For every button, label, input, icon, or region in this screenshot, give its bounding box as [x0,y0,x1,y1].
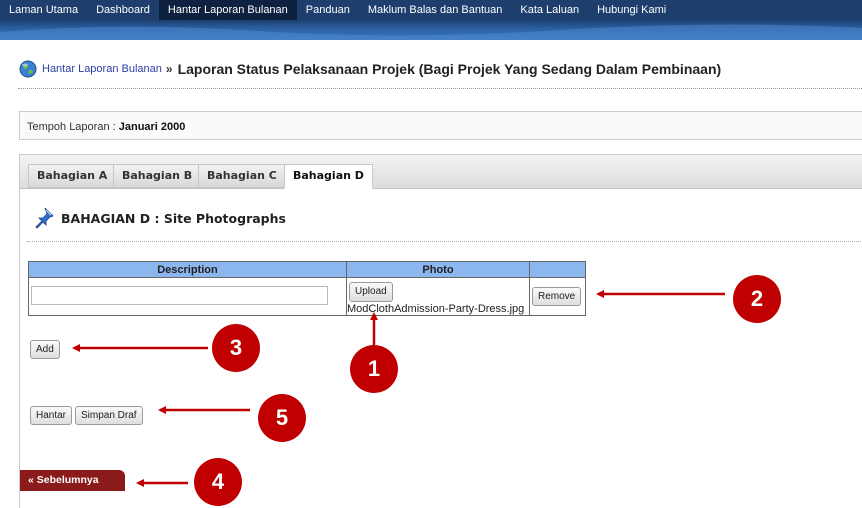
tab-bahagian-b[interactable]: Bahagian B [113,164,202,188]
page-header: Hantar Laporan Bulanan » Laporan Status … [19,58,721,80]
description-input[interactable] [31,286,328,305]
nav-item-dashboard[interactable]: Dashboard [87,0,159,20]
nav-item-hantar-laporan-bulanan[interactable]: Hantar Laporan Bulanan [158,0,297,20]
breadcrumb-link[interactable]: Hantar Laporan Bulanan [42,63,162,75]
section-header: BAHAGIAN D : Site Photographs [34,207,286,229]
tab-bahagian-a[interactable]: Bahagian A [28,164,117,188]
divider [18,88,862,89]
annotation-badge-4: 4 [194,458,242,506]
nav-item-hubungi-kami[interactable]: Hubungi Kami [588,0,675,20]
report-period-box: Tempoh Laporan : Januari 2000 [19,111,862,140]
tab-bahagian-c[interactable]: Bahagian C [198,164,286,188]
simpan-draf-button[interactable]: Simpan Draf [75,406,143,425]
period-value: Januari 2000 [118,121,186,133]
photo-cell: Upload ModClothAdmission-Party-Dress.jpg [346,277,530,316]
tab-bahagian-d[interactable]: Bahagian D [284,164,373,189]
form-panel: Bahagian A Bahagian B Bahagian C Bahagia… [19,154,862,508]
column-header-description: Description [28,261,347,278]
nav-item-kata-laluan[interactable]: Kata Laluan [511,0,588,20]
header-decoration [0,24,862,40]
add-button[interactable]: Add [30,340,60,359]
nav-item-panduan[interactable]: Panduan [297,0,359,20]
table-row: Upload ModClothAdmission-Party-Dress.jpg… [28,277,586,316]
table-header-row: Description Photo [28,261,586,278]
page-title: Laporan Status Pelaksanaan Projek (Bagi … [177,61,722,77]
globe-icon [19,60,37,78]
annotation-badge-1: 1 [350,345,398,393]
remove-button[interactable]: Remove [532,287,582,306]
column-header-photo: Photo [346,261,530,278]
nav-item-maklum-balas[interactable]: Maklum Balas dan Bantuan [359,0,512,20]
column-header-action [529,261,586,278]
pushpin-icon [35,207,54,229]
divider [27,241,862,242]
section-title: BAHAGIAN D : Site Photographs [61,210,286,226]
annotation-badge-2: 2 [733,275,781,323]
photo-table: Description Photo Upload ModClothAdmissi… [28,261,586,316]
report-period: Tempoh Laporan : Januari 2000 [27,121,185,133]
sebelumnya-button[interactable]: « Sebelumnya [20,470,125,491]
annotation-badge-5: 5 [258,394,306,442]
action-cell: Remove [529,277,586,316]
description-cell [28,277,347,316]
period-label: Tempoh Laporan : [27,121,116,133]
nav-menu: Laman Utama Dashboard Hantar Laporan Bul… [0,0,675,20]
annotation-badge-3: 3 [212,324,260,372]
top-navigation-bar: Laman Utama Dashboard Hantar Laporan Bul… [0,0,862,40]
upload-button[interactable]: Upload [349,282,393,302]
tab-bar: Bahagian A Bahagian B Bahagian C Bahagia… [20,155,862,189]
nav-item-laman-utama[interactable]: Laman Utama [0,0,87,20]
breadcrumb-separator: » [165,62,173,76]
hantar-button[interactable]: Hantar [30,406,73,425]
uploaded-filename: ModClothAdmission-Party-Dress.jpg [347,303,525,315]
